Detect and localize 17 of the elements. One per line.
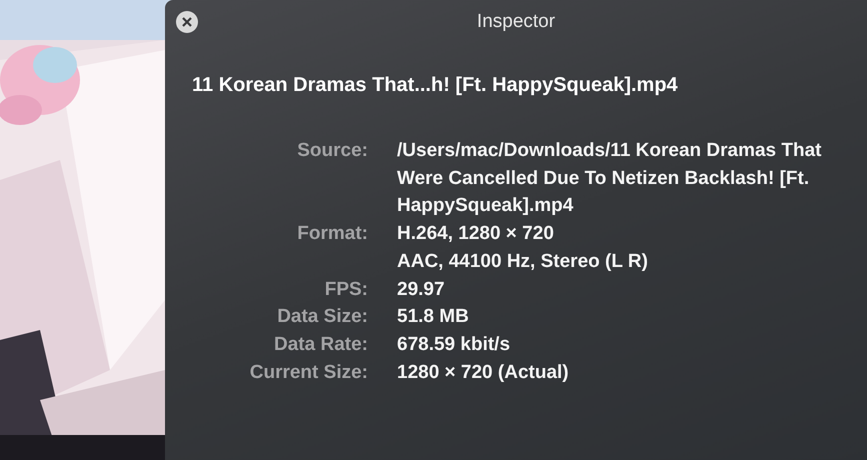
property-value: 51.8 MB xyxy=(397,305,470,330)
property-label: Current Size: xyxy=(248,360,368,385)
property-label: Data Rate: xyxy=(273,332,368,357)
property-value: H.264, 1280 × 720 xyxy=(397,222,555,246)
property-label: Data Size: xyxy=(276,305,368,330)
property-label: Format: xyxy=(296,222,368,246)
close-icon xyxy=(182,17,192,27)
property-label: FPS: xyxy=(324,278,368,302)
window-title: Inspector xyxy=(476,11,556,33)
property-value: /Users/mac/Downloads/11 Korean Dramas That Were Cancelled Due To Netizen Backlash! [Ft. HappySqueak].mp4 xyxy=(397,139,822,218)
property-label: Source: xyxy=(296,139,368,163)
property-value: 1280 × 720 (Actual) xyxy=(397,360,570,385)
file-title: 11 Korean Dramas That...h! [Ft. HappySqueak].mp4 xyxy=(192,74,679,97)
property-value: 29.97 xyxy=(397,278,446,302)
close-button[interactable] xyxy=(176,11,198,33)
property-value: AAC, 44100 Hz, Stereo (L R) xyxy=(397,250,649,274)
property-value: 678.59 kbit/s xyxy=(397,332,512,357)
